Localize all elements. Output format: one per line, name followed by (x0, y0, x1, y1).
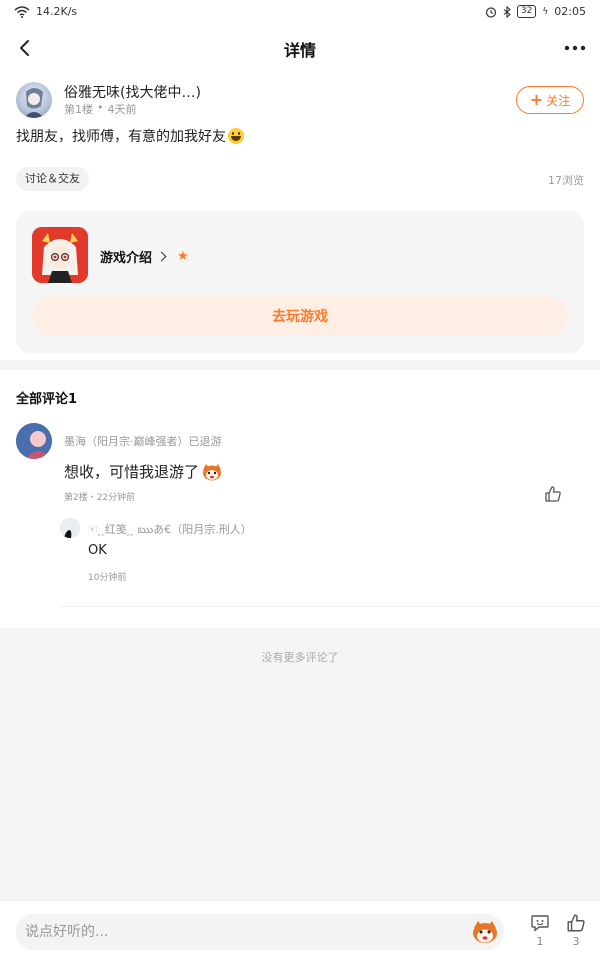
post-content-text: 找朋友，找师傅，有意的加我好友 (16, 129, 226, 145)
comment-action[interactable]: 1 (528, 913, 552, 948)
net-speed: 14.2K/s (36, 5, 78, 18)
reply-time: 10分钟前 (88, 573, 127, 583)
thumbs-up-icon (567, 914, 585, 932)
comments-title: 全部评论1 (16, 392, 78, 407)
header: 详情 (0, 24, 600, 72)
replier-figure-icon (60, 518, 80, 538)
plus-icon: + (529, 90, 544, 109)
comment-input[interactable]: 说点好听的... (16, 914, 504, 950)
avatar-figure-icon (24, 88, 44, 118)
mascot-face-icon (473, 921, 497, 943)
star-icon: ★ (177, 249, 189, 264)
view-count: 17浏览 (548, 174, 584, 187)
chevron-right-icon (156, 251, 167, 262)
topic-tag[interactable]: 讨论＆交友 (16, 167, 89, 191)
replier-avatar[interactable] (60, 518, 80, 538)
mascot-button[interactable] (472, 919, 498, 945)
alarm-icon (485, 6, 497, 18)
like-action[interactable]: 3 (564, 913, 588, 948)
game-card: 游戏介绍 ★ 去玩游戏 (16, 211, 584, 353)
charging-icon: ϟ (542, 6, 549, 17)
page-title: 详情 (283, 41, 316, 60)
post-card: 俗雅无味(找大佬中…) 第1楼 • 4天前 + 关注 找朋友，找师傅，有意的加我… (0, 72, 600, 360)
more-button[interactable] (562, 36, 588, 60)
mascot-emoji-icon (203, 463, 222, 480)
more-dots-icon (564, 45, 586, 51)
game-intro-label: 游戏介绍 (100, 251, 153, 266)
commenter-avatar[interactable] (16, 423, 52, 459)
post-floor: 第1楼 (64, 103, 93, 116)
play-game-button[interactable]: 去玩游戏 (32, 296, 568, 336)
bottom-bar: 说点好听的... 1 3 (0, 900, 600, 960)
author-name[interactable]: 俗雅无味(找大佬中…) (64, 82, 201, 102)
comment-bubble-icon (531, 915, 549, 932)
comment-text: 想收，可惜我退游了 (64, 461, 222, 482)
comment-meta: 第2楼・22分钟前 (64, 493, 136, 503)
status-time: 02:05 (554, 5, 586, 18)
comment-text-content: 想收，可惜我退游了 (64, 463, 200, 481)
game-intro-link[interactable]: 游戏介绍 ★ (100, 247, 189, 266)
comment-like-button[interactable] (544, 485, 562, 503)
bluetooth-icon (503, 5, 511, 18)
smile-emoji-icon (228, 128, 244, 144)
game-icon[interactable] (32, 227, 88, 283)
meta-dot: • (97, 101, 104, 114)
game-character-icon (32, 227, 88, 283)
replier-name[interactable]: ☜ ̗ ̗红笺 ̗ ̗ ఋあ€（阳月宗.刑人） (88, 521, 252, 539)
battery-level: 32 (516, 5, 537, 18)
thumbs-up-icon (545, 486, 561, 502)
comment-count: 1 (536, 935, 544, 948)
status-bar: 14.2K/s 32 ϟ 02:05 (0, 0, 600, 24)
like-count: 3 (572, 935, 580, 948)
reply-text: OK (88, 543, 107, 558)
status-right: 32 ϟ 02:05 (485, 5, 586, 18)
no-more-comments: 没有更多评论了 (261, 651, 339, 664)
wifi-icon (14, 5, 30, 18)
reply-divider (60, 606, 600, 607)
status-left: 14.2K/s (14, 5, 77, 18)
post-time: 4天前 (107, 103, 137, 116)
follow-button[interactable]: + 关注 (516, 86, 584, 114)
commenter-name[interactable]: 墨海（阳月宗·巅峰强者）已退游 (64, 433, 222, 449)
post-content: 找朋友，找师傅，有意的加我好友 (16, 126, 244, 146)
follow-label: 关注 (546, 93, 571, 108)
commenter-figure-icon (16, 423, 52, 459)
comments-section: 全部评论1 墨海（阳月宗·巅峰强者）已退游 想收，可惜我退游了 第2楼・22分钟… (0, 370, 600, 628)
author-avatar[interactable] (16, 82, 52, 118)
post-meta: 第1楼 • 4天前 (64, 101, 137, 117)
